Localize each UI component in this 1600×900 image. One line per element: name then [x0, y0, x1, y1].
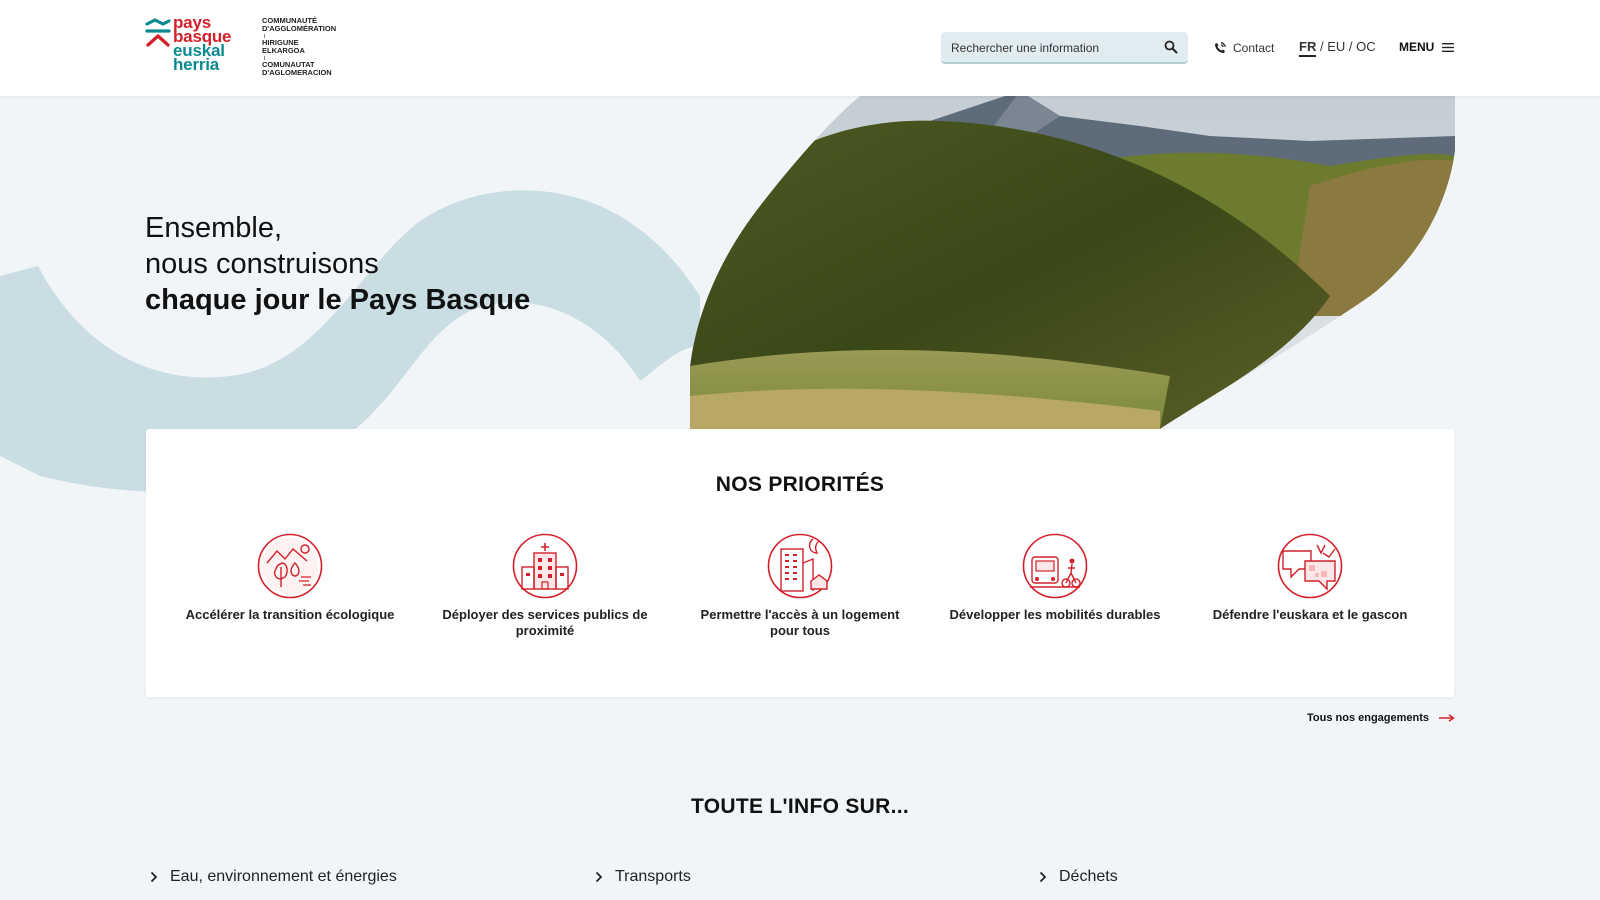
search-box — [941, 32, 1188, 64]
chevron-right-icon — [1039, 871, 1047, 883]
mobility-icon — [1022, 533, 1088, 599]
menu-button[interactable]: MENU — [1399, 40, 1455, 54]
search-icon[interactable] — [1164, 40, 1178, 54]
priority-label: Défendre l'euskara et le gascon — [1212, 607, 1408, 622]
arrow-right-icon — [1439, 714, 1455, 722]
priority-label: Accélérer la transition écologique — [185, 607, 395, 622]
priority-label: Déployer des services publics de proximi… — [442, 607, 648, 638]
logo-subtitle-line: ELKARGOA — [262, 46, 305, 55]
logo-subtitle-line: D'AGGLOMÉRATION — [262, 24, 337, 33]
priority-item[interactable]: Développer les mobilités durables — [945, 533, 1165, 623]
chevron-right-icon — [595, 871, 603, 883]
logo-mark-icon — [145, 18, 171, 47]
priority-item[interactable]: Défendre l'euskara et le gascon — [1200, 533, 1420, 623]
priority-label: Permettre l'accès à un logement pour tou… — [700, 607, 900, 638]
languages-icon — [1277, 533, 1343, 599]
priority-label: Développer les mobilités durables — [949, 607, 1161, 622]
all-engagements-label: Tous nos engagements — [1307, 712, 1430, 724]
ecology-icon — [257, 533, 323, 599]
hero-title-line: Ensemble, — [145, 212, 283, 244]
priority-item[interactable]: Déployer des services publics de proximi… — [435, 533, 655, 639]
housing-icon — [767, 533, 833, 599]
logo-wordmark: pays basque euskal herria — [173, 14, 232, 74]
info-link-transports[interactable]: Transports — [595, 868, 691, 886]
priority-item[interactable]: Accélérer la transition écologique — [180, 533, 400, 623]
menu-label: MENU — [1399, 40, 1435, 54]
logo-subtitle-line: D'AGLOMERACION — [262, 68, 332, 77]
info-link-label: Eau, environnement et énergies — [170, 868, 397, 885]
info-link-label: Transports — [615, 868, 691, 885]
hero-landscape-image — [690, 96, 1455, 429]
language-fr[interactable]: FR — [1299, 39, 1317, 57]
logo-subtitle: COMMUNAUTÉ D'AGGLOMÉRATION HIRIGUNE ELKA… — [262, 17, 336, 77]
info-link-label: Déchets — [1059, 868, 1118, 885]
priorities-card: NOS PRIORITÉS Accélérer la transition éc… — [146, 429, 1454, 697]
hamburger-icon — [1442, 42, 1455, 52]
phone-icon — [1215, 41, 1226, 53]
hero-title-line-bold: chaque jour le Pays Basque — [145, 284, 531, 316]
contact-label: Contact — [1233, 41, 1275, 55]
language-switcher[interactable]: FR / EU / OC — [1299, 39, 1376, 57]
logo-word: herria — [173, 55, 220, 74]
site-logo[interactable]: pays basque euskal herria COMMUNAUTÉ D'A… — [145, 14, 345, 80]
chevron-right-icon — [150, 871, 158, 883]
hero-title: Ensemble, nous construisons chaque jour … — [145, 210, 530, 318]
language-others[interactable]: / EU / OC — [1320, 39, 1376, 54]
contact-link[interactable]: Contact — [1213, 40, 1274, 56]
info-link-dechets[interactable]: Déchets — [1039, 868, 1118, 886]
search-input[interactable] — [949, 32, 1158, 64]
priority-item[interactable]: Permettre l'accès à un logement pour tou… — [690, 533, 910, 639]
priorities-title: NOS PRIORITÉS — [715, 473, 885, 496]
site-header: pays basque euskal herria COMMUNAUTÉ D'A… — [0, 0, 1600, 96]
all-engagements-link[interactable]: Tous nos engagements — [1307, 712, 1455, 724]
info-link-environment[interactable]: Eau, environnement et énergies — [150, 868, 397, 886]
hero-title-line: nous construisons — [145, 248, 379, 280]
info-section-title: TOUTE L'INFO SUR... — [691, 795, 909, 818]
public-services-icon — [512, 533, 578, 599]
